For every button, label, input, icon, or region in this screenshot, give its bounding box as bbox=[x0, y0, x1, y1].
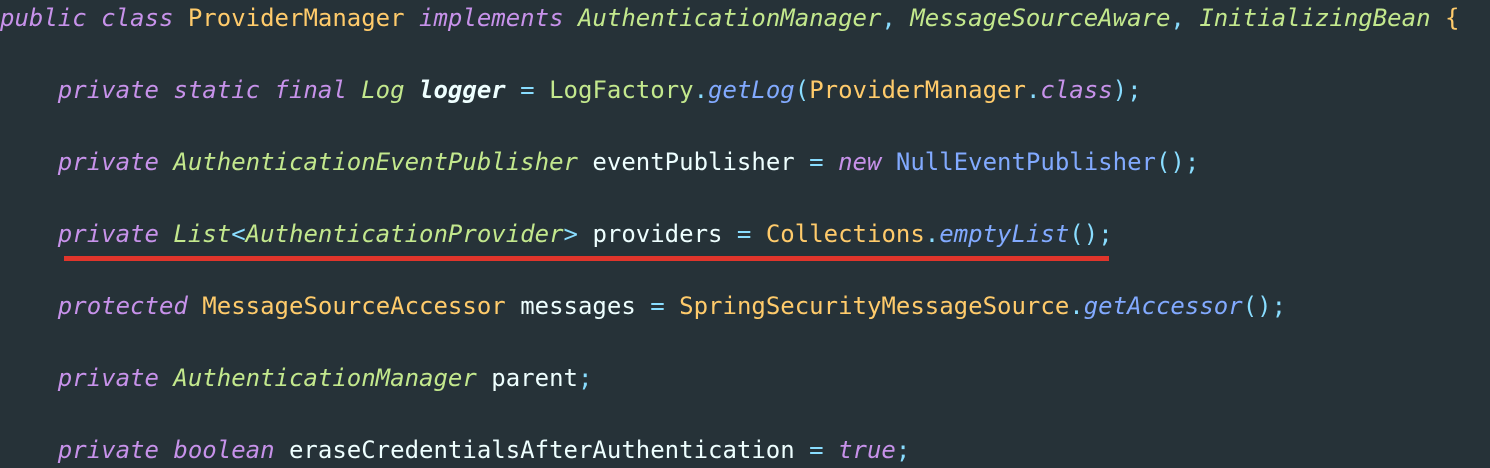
code-token: private bbox=[0, 220, 174, 248]
code-token: private bbox=[0, 364, 174, 392]
code-token: { bbox=[1444, 4, 1460, 32]
code-token: (); bbox=[1069, 220, 1113, 248]
code-token: providers bbox=[592, 220, 723, 248]
code-token: NullEventPublisher bbox=[895, 148, 1156, 176]
code-token: getAccessor bbox=[1083, 292, 1243, 320]
code-token: = bbox=[635, 292, 680, 320]
code-token: ; bbox=[895, 436, 911, 464]
code-token: MessageSourceAccessor bbox=[202, 292, 521, 320]
code-token: < bbox=[231, 220, 246, 248]
code-token: emptyList bbox=[939, 220, 1070, 248]
code-token: ); bbox=[1112, 76, 1142, 104]
code-token: SpringSecurityMessageSource bbox=[679, 292, 1070, 320]
code-token: > bbox=[563, 220, 593, 248]
code-token: eventPublisher bbox=[592, 148, 795, 176]
code-token: new bbox=[838, 148, 896, 176]
code-token: protected bbox=[0, 292, 203, 320]
code-token: private bbox=[0, 148, 174, 176]
code-token: ProviderManager bbox=[187, 4, 420, 32]
code-token: eraseCredentialsAfterAuthentication bbox=[288, 436, 795, 464]
code-token: private bbox=[0, 436, 174, 464]
code-token: logger bbox=[419, 76, 506, 104]
code-token: = bbox=[794, 436, 839, 464]
code-token: boolean bbox=[173, 436, 289, 464]
code-token: MessageSourceAware bbox=[910, 4, 1171, 32]
code-token: AuthenticationProvider bbox=[245, 220, 564, 248]
code-token: List bbox=[173, 220, 232, 248]
code-token: implements bbox=[419, 4, 578, 32]
code-token: . bbox=[693, 76, 709, 104]
code-line-7[interactable]: private boolean eraseCredentialsAfterAut… bbox=[0, 432, 911, 468]
code-token: private static final bbox=[0, 76, 362, 104]
code-token: . bbox=[1069, 292, 1084, 320]
code-token: Log bbox=[361, 76, 420, 104]
code-token: . bbox=[924, 220, 940, 248]
code-token: LogFactory bbox=[549, 76, 694, 104]
code-token: , bbox=[1170, 4, 1200, 32]
code-line-1[interactable]: public class ProviderManager implements … bbox=[0, 0, 1459, 36]
code-line-5[interactable]: protected MessageSourceAccessor messages… bbox=[0, 288, 1286, 324]
code-token: (); bbox=[1155, 148, 1200, 176]
code-token: ProviderManager bbox=[809, 76, 1026, 104]
code-token: = bbox=[722, 220, 766, 248]
code-line-3[interactable]: private AuthenticationEventPublisher eve… bbox=[0, 144, 1200, 180]
code-token: ; bbox=[577, 364, 593, 392]
code-token: getLog bbox=[708, 76, 795, 104]
code-token: Collections bbox=[765, 220, 925, 248]
code-token: ( bbox=[794, 76, 810, 104]
code-token: messages bbox=[520, 292, 636, 320]
code-token: AuthenticationEventPublisher bbox=[173, 148, 593, 176]
code-line-6[interactable]: private AuthenticationManager parent; bbox=[0, 360, 593, 396]
code-token: (); bbox=[1242, 292, 1287, 320]
code-token: = bbox=[505, 76, 550, 104]
code-token: AuthenticationManager bbox=[173, 364, 492, 392]
code-editor[interactable]: public class ProviderManager implements … bbox=[0, 0, 1490, 466]
red-underline-annotation bbox=[64, 256, 1109, 261]
code-line-2[interactable]: private static final Log logger = LogFac… bbox=[0, 72, 1142, 108]
code-token: parent bbox=[491, 364, 578, 392]
code-token: . bbox=[1025, 76, 1041, 104]
code-line-4[interactable]: private List<AuthenticationProvider> pro… bbox=[0, 216, 1113, 252]
code-token: = bbox=[794, 148, 839, 176]
code-token: AuthenticationManager bbox=[577, 4, 882, 32]
code-token: true bbox=[838, 436, 896, 464]
code-token: class bbox=[1040, 76, 1113, 104]
code-token: public class bbox=[0, 4, 188, 32]
code-token: , bbox=[881, 4, 911, 32]
code-token: InitializingBean bbox=[1199, 4, 1445, 32]
